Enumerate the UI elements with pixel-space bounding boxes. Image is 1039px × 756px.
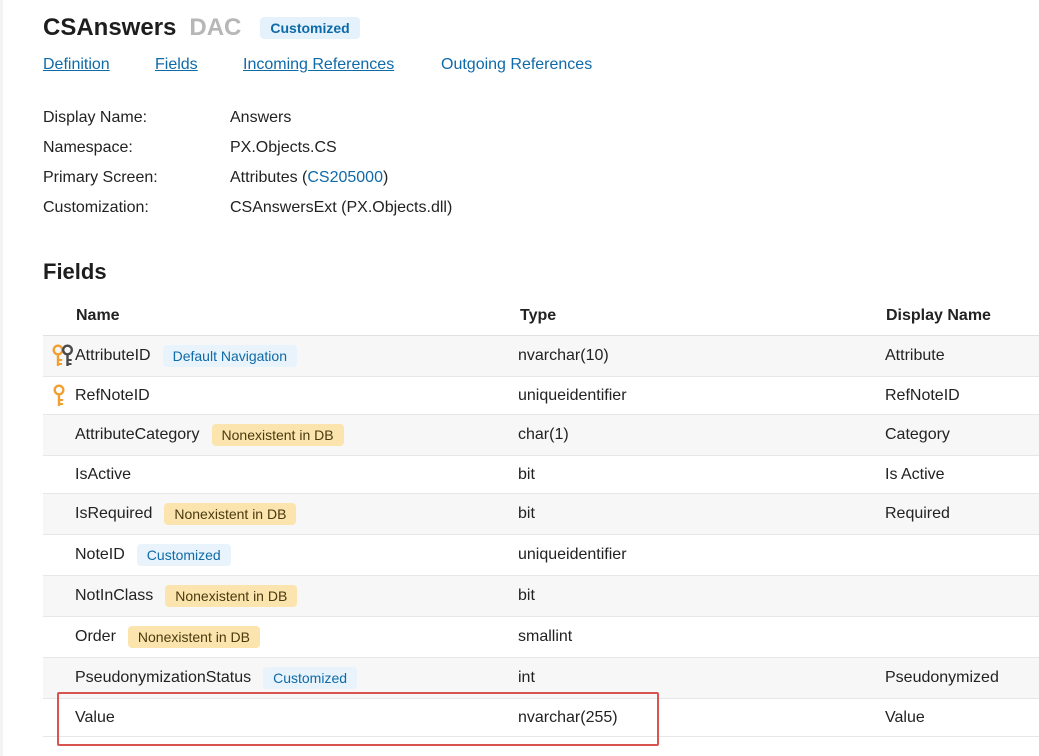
field-name-cell: PseudonymizationStatus Customized bbox=[75, 658, 358, 698]
customization-label: Customization: bbox=[43, 199, 149, 216]
primary-screen-name: Attributes ( bbox=[230, 169, 308, 186]
fields-table: Name Type Display Name AttributeID Defau… bbox=[43, 296, 1039, 737]
tab-fields[interactable]: Fields bbox=[155, 56, 198, 74]
field-display-name: Required bbox=[885, 505, 950, 522]
nonexistent-in-db-badge: Nonexistent in DB bbox=[165, 585, 298, 607]
table-row[interactable]: NotInClass Nonexistent in DB bit bbox=[43, 576, 1039, 617]
namespace-value: PX.Objects.CS bbox=[230, 139, 337, 156]
field-name-cell: Order Nonexistent in DB bbox=[75, 617, 260, 657]
field-name: AttributeCategory bbox=[75, 426, 200, 443]
field-name: NoteID bbox=[75, 546, 125, 563]
table-header: Name Type Display Name bbox=[43, 296, 1039, 336]
table-row[interactable]: NoteID Customized uniqueidentifier bbox=[43, 535, 1039, 576]
primary-screen-value: Attributes (CS205000) bbox=[230, 168, 388, 188]
field-name: IsRequired bbox=[75, 505, 153, 522]
table-row[interactable]: AttributeCategory Nonexistent in DB char… bbox=[43, 415, 1039, 456]
customized-badge: Customized bbox=[260, 17, 360, 39]
field-display-name: Pseudonymized bbox=[885, 669, 999, 686]
field-type: uniqueidentifier bbox=[518, 386, 627, 404]
field-name-cell: NotInClass Nonexistent in DB bbox=[75, 576, 298, 616]
field-name: Order bbox=[75, 628, 116, 645]
fields-section-title: Fields bbox=[43, 259, 107, 284]
field-name: NotInClass bbox=[75, 587, 154, 604]
field-name-cell: IsActive bbox=[75, 456, 131, 493]
field-type: char(1) bbox=[518, 426, 569, 443]
page-subtitle: DAC bbox=[189, 14, 242, 41]
customization-value: CSAnswersExt (PX.Objects.dll) bbox=[230, 199, 453, 216]
field-name: PseudonymizationStatus bbox=[75, 669, 252, 686]
customized-field-badge: Customized bbox=[136, 544, 231, 566]
nonexistent-in-db-badge: Nonexistent in DB bbox=[211, 424, 344, 446]
primary-screen-link[interactable]: CS205000 bbox=[307, 169, 383, 186]
table-row[interactable]: IsRequired Nonexistent in DB bit Require… bbox=[43, 494, 1039, 535]
table-row[interactable]: Value nvarchar(255) Value bbox=[43, 699, 1039, 737]
field-display-name: Is Active bbox=[885, 465, 945, 483]
column-header-name: Name bbox=[76, 307, 120, 324]
field-name: IsActive bbox=[75, 465, 132, 483]
field-name-cell: RefNoteID bbox=[75, 377, 150, 414]
page-title: CSAnswers bbox=[43, 14, 177, 41]
table-row[interactable]: PseudonymizationStatus Customized int Ps… bbox=[43, 658, 1039, 699]
tab-definition[interactable]: Definition bbox=[43, 56, 110, 74]
key-icon bbox=[52, 377, 66, 414]
field-type: int bbox=[518, 669, 535, 686]
field-name-cell: IsRequired Nonexistent in DB bbox=[75, 494, 297, 534]
field-display-name: RefNoteID bbox=[885, 386, 960, 404]
field-display-name: Category bbox=[885, 426, 950, 443]
field-name-cell: AttributeCategory Nonexistent in DB bbox=[75, 415, 344, 455]
table-row[interactable]: Order Nonexistent in DB smallint bbox=[43, 617, 1039, 658]
field-display-name: Value bbox=[885, 708, 925, 726]
customized-field-badge: Customized bbox=[263, 667, 358, 689]
primary-screen-close: ) bbox=[382, 169, 389, 186]
field-name: Value bbox=[75, 708, 115, 726]
field-type: bit bbox=[518, 505, 535, 522]
field-display-name: Attribute bbox=[885, 347, 945, 364]
field-type: bit bbox=[518, 587, 535, 604]
nonexistent-in-db-badge: Nonexistent in DB bbox=[164, 503, 297, 525]
field-name-cell: Value bbox=[75, 699, 115, 736]
double-key-icon bbox=[52, 336, 74, 376]
namespace-label: Namespace: bbox=[43, 139, 133, 156]
default-navigation-badge: Default Navigation bbox=[162, 345, 297, 367]
field-name: RefNoteID bbox=[75, 386, 150, 404]
tab-incoming-references[interactable]: Incoming References bbox=[243, 56, 394, 74]
page-header: CSAnswers DAC Customized bbox=[43, 14, 360, 42]
field-type: bit bbox=[518, 465, 535, 483]
column-header-display-name: Display Name bbox=[886, 307, 991, 324]
display-name-value: Answers bbox=[230, 109, 292, 126]
field-type: nvarchar(255) bbox=[518, 708, 618, 726]
field-type: smallint bbox=[518, 628, 573, 645]
column-header-type: Type bbox=[520, 307, 557, 324]
nonexistent-in-db-badge: Nonexistent in DB bbox=[127, 626, 260, 648]
table-row[interactable]: AttributeID Default Navigation nvarchar(… bbox=[43, 336, 1039, 377]
table-row[interactable]: RefNoteID uniqueidentifier RefNoteID bbox=[43, 377, 1039, 415]
field-name-cell: NoteID Customized bbox=[75, 535, 231, 575]
field-type: nvarchar(10) bbox=[518, 347, 609, 364]
field-name-cell: AttributeID Default Navigation bbox=[75, 336, 297, 376]
field-type: uniqueidentifier bbox=[518, 546, 627, 563]
tab-outgoing-references[interactable]: Outgoing References bbox=[441, 56, 592, 74]
page-left-rule bbox=[0, 0, 3, 756]
table-row[interactable]: IsActive bit Is Active bbox=[43, 456, 1039, 494]
primary-screen-label: Primary Screen: bbox=[43, 169, 158, 186]
field-name: AttributeID bbox=[75, 347, 151, 364]
display-name-label: Display Name: bbox=[43, 109, 148, 126]
